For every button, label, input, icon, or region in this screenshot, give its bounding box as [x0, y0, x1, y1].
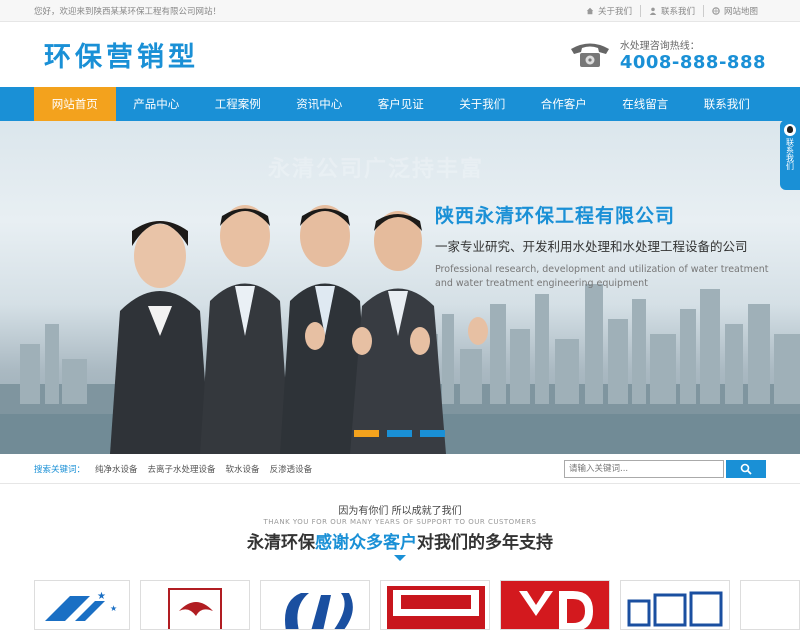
partner-4-image	[387, 586, 485, 629]
partner-logos: ★ ★	[34, 580, 800, 630]
keyword-link[interactable]: 软水设备	[226, 463, 260, 475]
hotline-number: 4008-888-888	[619, 51, 766, 73]
floating-contact-tab[interactable]: 联系我们	[780, 120, 800, 190]
home-icon	[586, 7, 594, 14]
search-icon	[740, 463, 752, 475]
partner-logo-2[interactable]	[140, 580, 250, 630]
partner-logo-7[interactable]	[740, 580, 800, 630]
search-input[interactable]	[564, 459, 724, 478]
partner-1-image: ★★	[45, 591, 117, 621]
user-icon	[649, 7, 657, 15]
welcome-text: 您好，欢迎来到陕西某某环保工程有限公司网站！	[34, 6, 222, 17]
section-arrow-icon	[394, 555, 406, 561]
thanks-line-english: THANK YOU FOR OUR MANY YEARS OF SUPPORT …	[263, 518, 537, 526]
svg-text:★: ★	[110, 604, 117, 613]
qq-icon	[784, 124, 796, 136]
nav-item-cases[interactable]: 工程案例	[197, 87, 279, 121]
nav-item-message[interactable]: 在线留言	[605, 87, 687, 121]
partner-5-image	[501, 581, 609, 629]
partner-logo-3[interactable]	[260, 580, 370, 630]
nav-item-contact[interactable]: 联系我们	[686, 87, 768, 121]
nav-item-home[interactable]: 网站首页	[34, 87, 116, 121]
nav-item-products[interactable]: 产品中心	[116, 87, 198, 121]
hotline: 水处理咨询热线： 4008-888-888	[568, 37, 766, 73]
hot-keywords: 搜索关键词： 纯净水设备 去离子水处理设备 软水设备 反渗透设备	[34, 463, 312, 475]
top-link-about[interactable]: 关于我们	[578, 5, 640, 17]
slider-dot-1[interactable]	[354, 430, 379, 437]
keyword-link[interactable]: 纯净水设备	[95, 463, 138, 475]
site-logo[interactable]: 环保营销型	[44, 35, 199, 74]
top-bar: 您好，欢迎来到陕西某某环保工程有限公司网站！ 关于我们 联系我们 网站地图	[0, 0, 800, 22]
banner-subtitle: 一家专业研究、开发利用水处理和水处理工程设备的公司	[435, 239, 748, 254]
keyword-link[interactable]: 去离子水处理设备	[148, 463, 216, 475]
nav-item-partners[interactable]: 合作客户	[523, 87, 605, 121]
keyword-link[interactable]: 反渗透设备	[270, 463, 313, 475]
globe-icon	[712, 6, 720, 15]
header: 环保营销型 水处理咨询热线： 4008-888-888	[0, 22, 800, 87]
nav-item-about[interactable]: 关于我们	[442, 87, 524, 121]
thanks-line-1: 因为有你们 所以成就了我们	[338, 506, 462, 517]
keywords-label: 搜索关键词：	[34, 464, 86, 475]
partner-logo-4[interactable]	[380, 580, 490, 630]
top-link-contact[interactable]: 联系我们	[639, 4, 703, 17]
banner-text: 陕西永清环保工程有限公司 一家专业研究、开发利用水处理和水处理工程设备的公司 P…	[435, 201, 775, 291]
slider-dot-2[interactable]	[387, 430, 412, 437]
partner-2-image	[168, 588, 222, 629]
nav-item-testimonials[interactable]: 客户见证	[360, 87, 442, 121]
main-nav: 网站首页 产品中心 工程案例 资讯中心 客户见证 关于我们 合作客户 在线留言 …	[0, 87, 800, 121]
search-button[interactable]	[726, 459, 766, 478]
partner-6-image	[627, 591, 723, 627]
top-links: 关于我们 联系我们 网站地图	[578, 4, 766, 17]
slider-dots	[354, 430, 445, 437]
banner-title: 陕西永清环保工程有限公司	[435, 205, 676, 227]
top-link-sitemap[interactable]: 网站地图	[702, 4, 766, 17]
telephone-icon	[570, 43, 609, 67]
banner-english-text: Professional research, development and u…	[435, 264, 769, 289]
thanks-section: 因为有你们 所以成就了我们 THANK YOU FOR OUR MANY YEA…	[0, 484, 800, 561]
nav-item-news[interactable]: 资讯中心	[279, 87, 361, 121]
thanks-heading: 永清环保感谢众多客户对我们的多年支持	[247, 533, 553, 553]
hero-banner[interactable]: 永清公司广泛持丰富 陕西永清环保工程有限公司 一家专业研究、开发利用水处理和水处…	[0, 121, 800, 454]
svg-text:★: ★	[97, 591, 106, 602]
floating-contact-label: 联系我们	[785, 138, 795, 170]
partner-logo-6[interactable]	[620, 580, 730, 630]
partner-3-image	[285, 593, 353, 629]
partner-logo-1[interactable]: ★ ★	[34, 580, 130, 630]
hotline-label: 水处理咨询热线：	[619, 40, 700, 52]
search-bar-row: 搜索关键词： 纯净水设备 去离子水处理设备 软水设备 反渗透设备	[0, 454, 800, 484]
partner-logo-5[interactable]	[500, 580, 610, 630]
search-box	[564, 459, 766, 478]
slider-dot-3[interactable]	[420, 430, 445, 437]
